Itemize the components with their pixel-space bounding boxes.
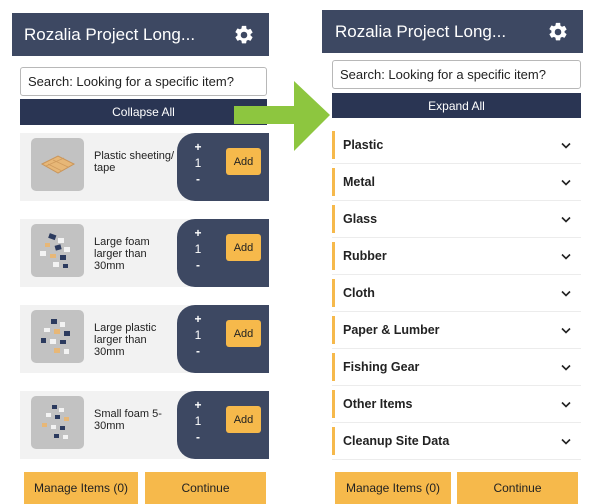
- category-rubber[interactable]: Rubber: [332, 238, 581, 275]
- add-button[interactable]: Add: [226, 320, 261, 347]
- chevron-down-icon: [561, 290, 571, 297]
- add-button[interactable]: Add: [226, 234, 261, 261]
- chevron-down-icon: [561, 142, 571, 149]
- manage-items-button[interactable]: Manage Items (0): [335, 472, 451, 504]
- item-label: Small foam 5-30mm: [94, 408, 162, 432]
- quantity-value: 1: [194, 328, 202, 342]
- chevron-down-icon: [561, 401, 571, 408]
- quantity-value: 1: [194, 242, 202, 256]
- chevron-down-icon: [561, 327, 571, 334]
- chevron-down-icon: [561, 438, 571, 445]
- category-label: Other Items: [343, 397, 413, 411]
- chevron-down-icon: [561, 364, 571, 371]
- right-screen-collapsed: Rozalia Project Long... Expand All Plast…: [322, 0, 590, 504]
- decrement-button[interactable]: -: [191, 343, 205, 359]
- gear-icon[interactable]: [547, 21, 569, 43]
- increment-button[interactable]: +: [191, 397, 205, 413]
- plastic-sheet-icon: [31, 138, 84, 191]
- category-metal[interactable]: Metal: [332, 164, 581, 201]
- category-label: Cleanup Site Data: [343, 434, 450, 448]
- quantity-control: + 1 - Add: [177, 219, 269, 287]
- gear-icon[interactable]: [233, 24, 255, 46]
- quantity-value: 1: [194, 156, 202, 170]
- increment-button[interactable]: +: [191, 225, 205, 241]
- increment-button[interactable]: +: [191, 311, 205, 327]
- chevron-down-icon: [561, 253, 571, 260]
- transition-arrow-icon: [234, 81, 330, 151]
- item-label: Large plastic larger than 30mm: [94, 322, 157, 358]
- item-list: Plastic sheeting/ tape + 1 - Add Large f…: [20, 133, 269, 477]
- category-paper-lumber[interactable]: Paper & Lumber: [332, 312, 581, 349]
- item-card: Large plastic larger than 30mm + 1 - Add: [20, 305, 269, 373]
- bottom-bar: Manage Items (0) Continue: [12, 468, 269, 504]
- category-glass[interactable]: Glass: [332, 201, 581, 238]
- chevron-down-icon: [561, 216, 571, 223]
- category-label: Paper & Lumber: [343, 323, 440, 337]
- item-label: Plastic sheeting/ tape: [94, 150, 175, 174]
- category-cloth[interactable]: Cloth: [332, 275, 581, 312]
- manage-items-button[interactable]: Manage Items (0): [24, 472, 138, 504]
- item-card: Small foam 5-30mm + 1 - Add: [20, 391, 269, 459]
- quantity-control: + 1 - Add: [177, 391, 269, 459]
- category-plastic[interactable]: Plastic: [332, 127, 581, 164]
- category-list: Plastic Metal Glass Rubber Cloth Paper &…: [332, 127, 581, 460]
- decrement-button[interactable]: -: [191, 171, 205, 187]
- decrement-button[interactable]: -: [191, 429, 205, 445]
- continue-button[interactable]: Continue: [145, 472, 266, 504]
- expand-all-button[interactable]: Expand All: [332, 93, 581, 118]
- category-label: Rubber: [343, 249, 387, 263]
- chevron-down-icon: [561, 179, 571, 186]
- category-label: Plastic: [343, 138, 384, 152]
- foam-icon: [31, 224, 84, 277]
- increment-button[interactable]: +: [191, 139, 205, 155]
- foam-icon: [31, 396, 84, 449]
- app-header: Rozalia Project Long...: [12, 13, 269, 56]
- item-label: Large foam larger than 30mm: [94, 236, 150, 272]
- category-label: Fishing Gear: [343, 360, 420, 374]
- category-cleanup-site-data[interactable]: Cleanup Site Data: [332, 423, 581, 460]
- quantity-value: 1: [194, 414, 202, 428]
- category-label: Metal: [343, 175, 375, 189]
- app-title: Rozalia Project Long...: [335, 21, 507, 41]
- quantity-control: + 1 - Add: [177, 305, 269, 373]
- app-header: Rozalia Project Long...: [322, 10, 583, 53]
- category-label: Cloth: [343, 286, 375, 300]
- item-card: Large foam larger than 30mm + 1 - Add: [20, 219, 269, 287]
- category-fishing-gear[interactable]: Fishing Gear: [332, 349, 581, 386]
- continue-button[interactable]: Continue: [457, 472, 578, 504]
- category-other-items[interactable]: Other Items: [332, 386, 581, 423]
- category-label: Glass: [343, 212, 378, 226]
- decrement-button[interactable]: -: [191, 257, 205, 273]
- add-button[interactable]: Add: [226, 406, 261, 433]
- bottom-bar: Manage Items (0) Continue: [322, 468, 590, 504]
- collapse-all-button[interactable]: Collapse All: [20, 99, 267, 125]
- app-title: Rozalia Project Long...: [24, 24, 196, 44]
- plastic-pieces-icon: [31, 310, 84, 363]
- search-input[interactable]: [20, 67, 267, 96]
- search-input[interactable]: [332, 60, 581, 89]
